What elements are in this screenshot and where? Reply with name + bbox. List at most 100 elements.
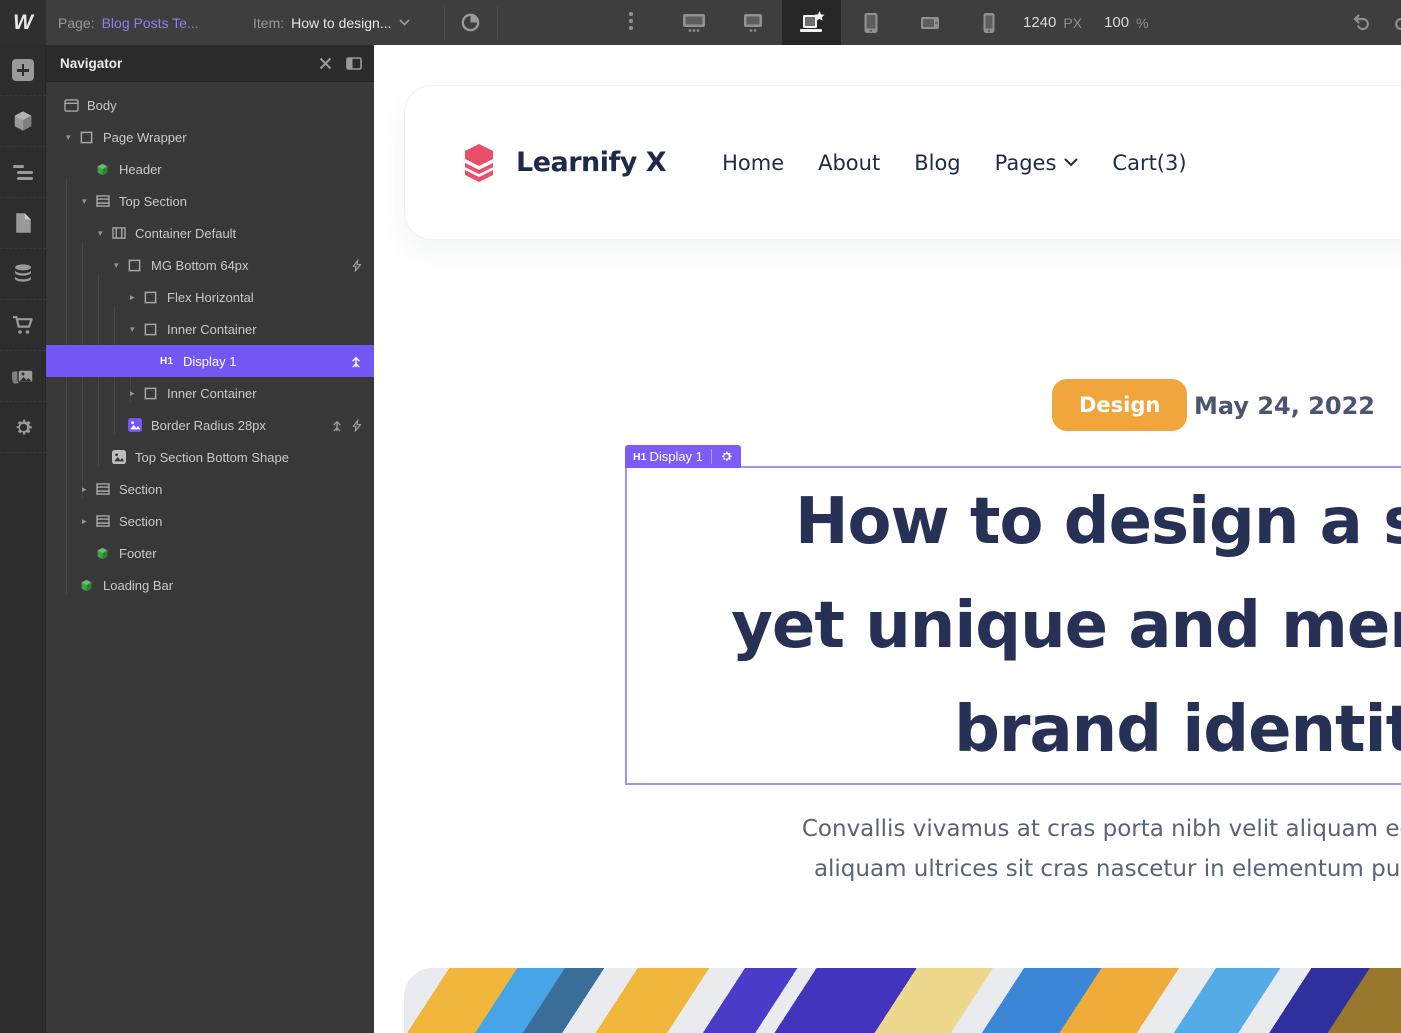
navigator-item-page-wrapper[interactable]: ▾Page Wrapper bbox=[46, 121, 374, 153]
navigator-item-label: Border Radius 28px bbox=[151, 418, 266, 433]
expand-arrow-icon[interactable]: ▸ bbox=[82, 473, 96, 505]
post-summary-line: Convallis vivamus at cras porta nibh vel… bbox=[705, 809, 1401, 849]
navigator-item-border-radius-28px[interactable]: Border Radius 28px bbox=[46, 409, 374, 441]
image-purple-icon bbox=[128, 418, 145, 432]
settings-gear-icon[interactable] bbox=[0, 402, 46, 453]
nav-link-blog[interactable]: Blog bbox=[914, 151, 960, 175]
canvas-width-unit: PX bbox=[1063, 15, 1082, 31]
post-date[interactable]: May 24, 2022 bbox=[1194, 392, 1375, 420]
site-header-card[interactable]: Learnify X Home About Blog Pages Cart(3) bbox=[404, 85, 1401, 240]
item-label: Item: bbox=[253, 15, 284, 31]
redo-icon[interactable] bbox=[1392, 0, 1401, 45]
post-hero-image[interactable] bbox=[404, 968, 1401, 1033]
top-toolbar: W Page: Blog Posts Te... Item: How to de… bbox=[0, 0, 1401, 45]
ecommerce-cart-icon[interactable] bbox=[0, 300, 46, 351]
breakpoint-desktop-icon[interactable] bbox=[723, 0, 782, 45]
component-icon bbox=[96, 547, 113, 560]
nav-link-label: Pages bbox=[995, 151, 1057, 175]
assets-icon[interactable] bbox=[0, 351, 46, 402]
expand-arrow-icon[interactable]: ▸ bbox=[130, 377, 144, 409]
navigator-icon[interactable] bbox=[0, 147, 46, 198]
add-elements-icon[interactable] bbox=[0, 45, 46, 96]
navigator-item-inner-container[interactable]: ▸Inner Container bbox=[46, 377, 374, 409]
component-icon bbox=[96, 163, 113, 176]
expand-arrow-icon[interactable]: ▸ bbox=[130, 281, 144, 313]
post-title-line: How to design a simple bbox=[627, 470, 1401, 574]
nav-link-about[interactable]: About bbox=[818, 151, 880, 175]
element-settings-gear-icon[interactable] bbox=[714, 450, 739, 463]
image-icon bbox=[112, 450, 129, 464]
navigator-item-body[interactable]: Body bbox=[46, 89, 374, 121]
breakpoint-tablet-icon[interactable] bbox=[841, 0, 900, 45]
breakpoint-laptop-star-icon[interactable] bbox=[782, 0, 841, 45]
navigator-item-footer[interactable]: Footer bbox=[46, 537, 374, 569]
navigator-item-display-1[interactable]: H1Display 1 bbox=[46, 345, 374, 377]
box-icon bbox=[144, 387, 161, 400]
expand-arrow-icon[interactable]: ▾ bbox=[82, 185, 96, 217]
expand-arrow-icon[interactable]: ▾ bbox=[66, 121, 80, 153]
site-logo[interactable]: Learnify X bbox=[456, 140, 666, 186]
more-menu-icon[interactable] bbox=[629, 12, 633, 30]
nav-link-label: Cart(3) bbox=[1112, 151, 1186, 175]
webflow-logo[interactable]: W bbox=[0, 0, 46, 45]
navigator-item-label: Section bbox=[119, 482, 162, 497]
page-selector[interactable]: Page: Blog Posts Te... bbox=[58, 0, 199, 45]
toolbar-divider bbox=[497, 6, 498, 39]
preview-toggle-icon[interactable] bbox=[460, 0, 481, 45]
canvas-width-value[interactable]: 1240 bbox=[1023, 14, 1056, 31]
components-icon[interactable] bbox=[0, 96, 46, 147]
category-badge[interactable]: Design bbox=[1052, 379, 1187, 431]
navigator-item-label: Section bbox=[119, 514, 162, 529]
post-summary-line: aliquam ultrices sit cras nascetur in el… bbox=[705, 849, 1401, 889]
page-name[interactable]: Blog Posts Te... bbox=[102, 15, 199, 31]
site-nav: Home About Blog Pages Cart(3) bbox=[722, 151, 1186, 175]
post-title-line: brand identity bbox=[627, 678, 1401, 782]
expand-arrow-icon[interactable]: ▾ bbox=[130, 313, 144, 345]
item-name[interactable]: How to design... bbox=[291, 15, 391, 31]
nav-link-home[interactable]: Home bbox=[722, 151, 784, 175]
nav-link-cart-3-[interactable]: Cart(3) bbox=[1112, 151, 1186, 175]
item-selector[interactable]: Item: How to design... bbox=[253, 0, 410, 45]
expand-arrow-icon[interactable]: ▾ bbox=[114, 249, 128, 281]
section-icon bbox=[96, 195, 113, 207]
expand-arrow-icon[interactable]: ▸ bbox=[82, 505, 96, 537]
navigator-item-flex-horizontal[interactable]: ▸Flex Horizontal bbox=[46, 281, 374, 313]
expand-arrow-icon[interactable]: ▾ bbox=[98, 217, 112, 249]
nav-link-label: About bbox=[818, 151, 880, 175]
navigator-item-label: Top Section bbox=[119, 194, 187, 209]
box-icon bbox=[80, 131, 97, 144]
close-icon[interactable] bbox=[319, 57, 332, 70]
navigator-item-section[interactable]: ▸ Section bbox=[46, 473, 374, 505]
navigator-item-mg-bottom-64px[interactable]: ▾MG Bottom 64px bbox=[46, 249, 374, 281]
breakpoint-desktop-large-icon[interactable] bbox=[664, 0, 723, 45]
dock-panel-icon[interactable] bbox=[346, 57, 362, 70]
canvas-dimensions[interactable]: 1240 PX 100 % bbox=[1023, 0, 1149, 45]
selection-class: Display 1 bbox=[646, 449, 708, 464]
zoom-value[interactable]: 100 bbox=[1104, 14, 1129, 31]
cms-icon[interactable] bbox=[0, 249, 46, 300]
selection-label[interactable]: H1 Display 1 bbox=[625, 445, 741, 468]
navigator-panel: Navigator Body▾Page WrapperHeader▾Top Se… bbox=[46, 45, 374, 1033]
brand-name[interactable]: Learnify X bbox=[516, 147, 666, 178]
navigator-item-top-section-bottom-shape[interactable]: Top Section Bottom Shape bbox=[46, 441, 374, 473]
breakpoint-phone-icon[interactable] bbox=[959, 0, 1018, 45]
navigator-item-top-section[interactable]: ▾ Top Section bbox=[46, 185, 374, 217]
selected-h1-element[interactable]: H1 Display 1 How to design a simple yet … bbox=[625, 466, 1401, 785]
navigator-item-section[interactable]: ▸ Section bbox=[46, 505, 374, 537]
body-icon bbox=[64, 99, 81, 112]
inherit-arrow-icon bbox=[350, 355, 362, 368]
post-title[interactable]: How to design a simple yet unique and me… bbox=[627, 470, 1401, 782]
nav-link-pages[interactable]: Pages bbox=[995, 151, 1079, 175]
post-summary[interactable]: Convallis vivamus at cras porta nibh vel… bbox=[705, 809, 1401, 889]
breakpoint-tablet-landscape-icon[interactable] bbox=[900, 0, 959, 45]
navigator-item-header[interactable]: Header bbox=[46, 153, 374, 185]
interaction-bolt-icon bbox=[352, 259, 362, 272]
navigator-item-loading-bar[interactable]: Loading Bar bbox=[46, 569, 374, 601]
inherit-arrow-icon bbox=[331, 419, 343, 432]
navigator-item-container-default[interactable]: ▾Container Default bbox=[46, 217, 374, 249]
pages-icon[interactable] bbox=[0, 198, 46, 249]
undo-icon[interactable] bbox=[1350, 0, 1372, 45]
navigator-item-inner-container[interactable]: ▾Inner Container bbox=[46, 313, 374, 345]
toolbar-divider bbox=[444, 6, 445, 39]
design-canvas[interactable]: Learnify X Home About Blog Pages Cart(3) Des… bbox=[374, 45, 1401, 1033]
